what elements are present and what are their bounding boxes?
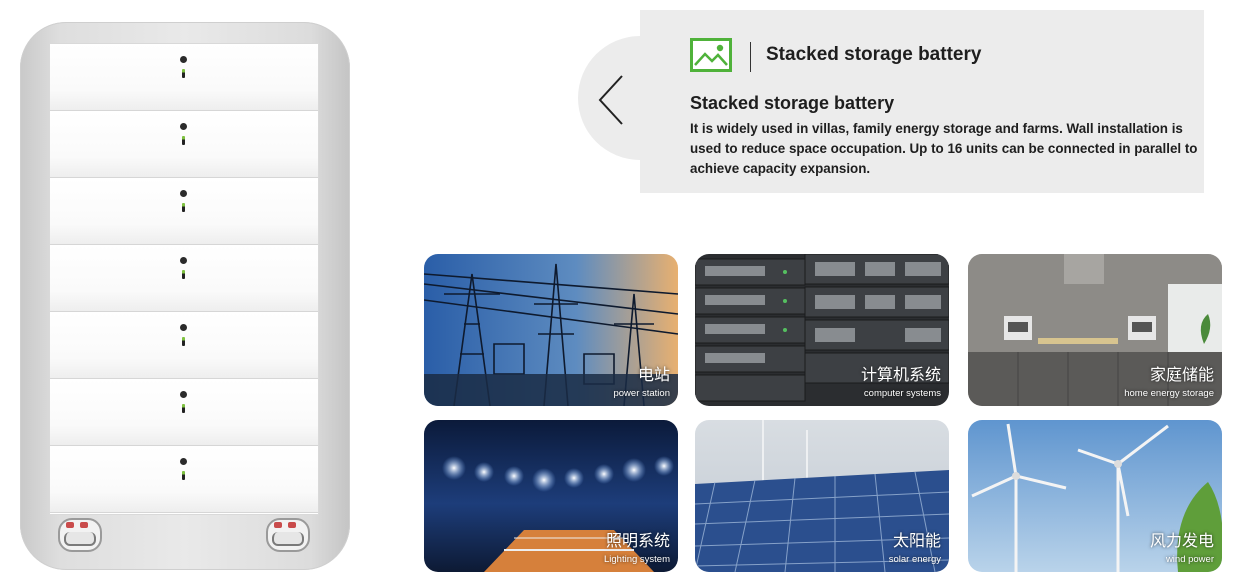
application-card-lighting-system[interactable]: 照明系统 Lighting system <box>424 420 678 572</box>
battery-module <box>50 446 318 513</box>
power-indicator <box>182 337 185 346</box>
product-name: Stacked storage battery <box>690 93 895 113</box>
card-subtitle: Lighting system <box>603 554 670 565</box>
caster-wheel-left <box>52 514 104 552</box>
status-led <box>180 190 187 197</box>
card-subtitle: home energy storage <box>1124 388 1214 399</box>
application-card-solar-energy[interactable]: 太阳能 solar energy <box>695 420 949 572</box>
card-subtitle: computer systems <box>863 388 941 399</box>
card-title: 太阳能 <box>892 533 941 550</box>
battery-module <box>50 111 318 178</box>
caster-wheel-right <box>260 514 312 552</box>
power-indicator <box>182 136 185 145</box>
product-description: It is widely used in villas, family ener… <box>690 121 1198 176</box>
status-led <box>180 56 187 63</box>
previous-button[interactable] <box>596 74 630 126</box>
power-indicator <box>182 270 185 279</box>
card-title: 照明系统 <box>605 533 670 550</box>
power-indicator <box>182 203 185 212</box>
status-led <box>180 458 187 465</box>
power-indicator <box>182 404 185 413</box>
image-icon <box>690 38 732 72</box>
battery-module <box>50 379 318 446</box>
application-card-wind-power[interactable]: 风力发电 wind power <box>968 420 1222 572</box>
card-title: 计算机系统 <box>860 367 941 384</box>
panel-title: Stacked storage battery <box>766 44 982 65</box>
chevron-left-icon <box>598 75 623 125</box>
status-led <box>180 123 187 130</box>
application-card-computer-systems[interactable]: 计算机系统 computer systems <box>695 254 949 406</box>
card-subtitle: wind power <box>1165 554 1214 565</box>
card-title: 风力发电 <box>1149 533 1214 550</box>
status-led <box>180 324 187 331</box>
status-led <box>180 257 187 264</box>
status-led <box>180 391 187 398</box>
card-title: 家庭储能 <box>1149 367 1214 384</box>
battery-module <box>50 245 318 312</box>
card-subtitle: solar energy <box>888 554 941 565</box>
power-indicator <box>182 69 185 78</box>
battery-module <box>50 178 318 245</box>
application-card-power-station[interactable]: 电站 power station <box>424 254 678 406</box>
power-indicator <box>182 471 185 480</box>
application-card-home-energy-storage[interactable]: 家庭储能 home energy storage <box>968 254 1222 406</box>
card-subtitle: power station <box>613 388 670 399</box>
battery-stack <box>50 44 318 514</box>
card-title: 电站 <box>637 367 670 384</box>
battery-module <box>50 44 318 111</box>
battery-module <box>50 312 318 379</box>
header-divider <box>750 42 751 72</box>
